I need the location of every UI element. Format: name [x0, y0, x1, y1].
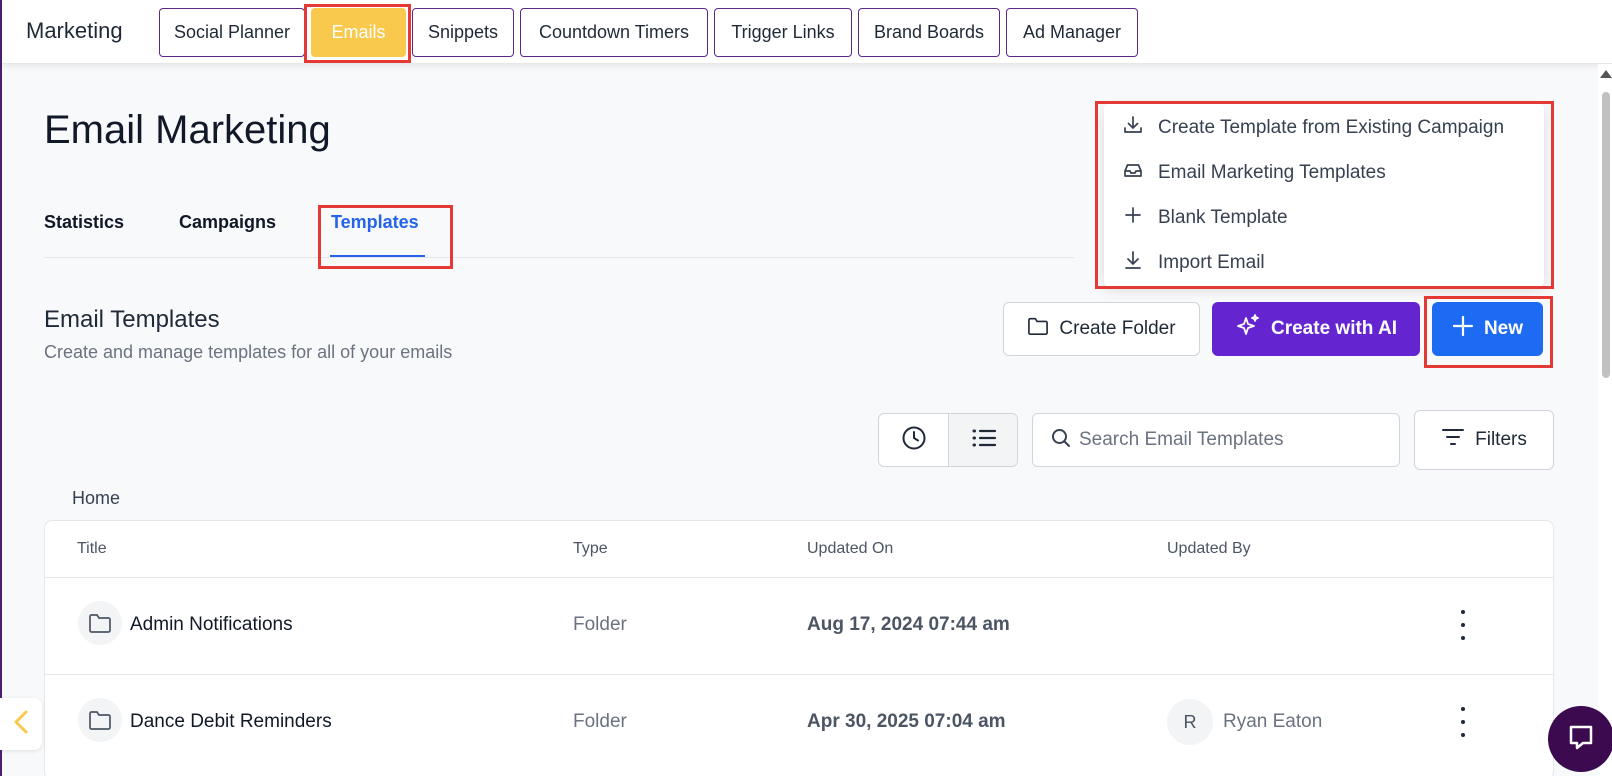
- create-folder-button[interactable]: Create Folder: [1003, 302, 1200, 356]
- plus-icon: [1122, 204, 1144, 232]
- new-label: New: [1483, 318, 1524, 339]
- nav-tab-emails[interactable]: Emails: [311, 8, 406, 57]
- menu-item-from-existing-campaign[interactable]: Create Template from Existing Campaign: [1122, 108, 1504, 148]
- templates-table: Title Type Updated On Updated By Admin N…: [44, 520, 1554, 776]
- table-row[interactable]: Admin Notifications Folder Aug 17, 2024 …: [45, 578, 1553, 675]
- row-updated-by: Ryan Eaton: [1223, 711, 1323, 732]
- left-edge: [0, 0, 2, 776]
- search-box: [1032, 413, 1400, 467]
- column-header-title: Title: [77, 540, 107, 557]
- row-updated-on: Aug 17, 2024 07:44 am: [807, 614, 1010, 635]
- avatar: R: [1167, 699, 1213, 745]
- chat-bubble-icon: [1566, 722, 1596, 757]
- column-header-updated-by: Updated By: [1167, 540, 1251, 557]
- column-header-updated-on: Updated On: [807, 540, 894, 557]
- nav-tab-countdown-timers[interactable]: Countdown Timers: [520, 8, 708, 57]
- row-type: Folder: [573, 711, 627, 732]
- menu-item-label: Email Marketing Templates: [1158, 162, 1386, 183]
- chat-widget-button[interactable]: [1548, 706, 1612, 772]
- section-title: Email Templates: [44, 306, 220, 333]
- nav-tab-snippets[interactable]: Snippets: [412, 8, 514, 57]
- create-with-ai-button[interactable]: Create with AI: [1212, 302, 1420, 356]
- clock-icon: [901, 425, 927, 456]
- column-header-type: Type: [573, 540, 608, 557]
- create-with-ai-label: Create with AI: [1271, 318, 1397, 339]
- list-icon: [971, 427, 997, 454]
- table-row[interactable]: Dance Debit Reminders Folder Apr 30, 202…: [45, 675, 1553, 772]
- scrollbar-thumb[interactable]: [1602, 92, 1610, 378]
- folder-icon: [1027, 316, 1049, 342]
- tab-statistics[interactable]: Statistics: [44, 212, 124, 233]
- tabs-divider: [44, 257, 1074, 258]
- tab-campaigns[interactable]: Campaigns: [179, 212, 276, 233]
- app-brand: Marketing: [26, 18, 123, 43]
- chevron-left-icon: [13, 709, 29, 740]
- menu-item-label: Blank Template: [1158, 207, 1288, 228]
- top-nav-bar: Marketing Social Planner Emails Snippets…: [2, 0, 1612, 64]
- tab-templates[interactable]: Templates: [331, 212, 419, 233]
- section-subtitle: Create and manage templates for all of y…: [44, 342, 453, 362]
- page-title: Email Marketing: [44, 108, 331, 152]
- active-tab-indicator: [330, 255, 425, 257]
- search-input[interactable]: [1079, 429, 1379, 451]
- filter-icon: [1441, 427, 1465, 453]
- menu-item-label: Import Email: [1158, 252, 1265, 273]
- row-title[interactable]: Dance Debit Reminders: [130, 711, 332, 733]
- download-tray-icon: [1122, 114, 1144, 142]
- filters-button[interactable]: Filters: [1414, 410, 1554, 470]
- row-updated-on: Apr 30, 2025 07:04 am: [807, 711, 1006, 732]
- folder-icon: [78, 601, 122, 645]
- scroll-up-arrow-icon[interactable]: [1600, 70, 1612, 78]
- nav-tab-ad-manager[interactable]: Ad Manager: [1006, 8, 1138, 57]
- row-more-options-icon[interactable]: [1455, 707, 1471, 737]
- nav-tab-brand-boards[interactable]: Brand Boards: [858, 8, 1000, 57]
- menu-item-import-email[interactable]: Import Email: [1122, 243, 1265, 283]
- list-view-button[interactable]: [948, 414, 1017, 466]
- folder-icon: [78, 698, 122, 742]
- row-title[interactable]: Admin Notifications: [130, 614, 293, 636]
- search-icon: [1051, 428, 1071, 453]
- recent-view-button[interactable]: [879, 414, 949, 466]
- new-dropdown-menu: Create Template from Existing Campaign E…: [1104, 104, 1544, 286]
- breadcrumb[interactable]: Home: [72, 488, 120, 509]
- menu-item-email-marketing-templates[interactable]: Email Marketing Templates: [1122, 153, 1386, 193]
- sparkle-icon: [1235, 313, 1261, 345]
- menu-item-blank-template[interactable]: Blank Template: [1122, 198, 1288, 238]
- view-toggle: [878, 413, 1018, 467]
- nav-tab-trigger-links[interactable]: Trigger Links: [714, 8, 852, 57]
- nav-tab-social-planner[interactable]: Social Planner: [159, 8, 305, 57]
- plus-icon: [1452, 315, 1474, 343]
- row-more-options-icon[interactable]: [1455, 610, 1471, 640]
- row-type: Folder: [573, 614, 627, 635]
- filters-label: Filters: [1475, 429, 1527, 450]
- create-folder-label: Create Folder: [1059, 318, 1176, 339]
- new-button[interactable]: New: [1432, 302, 1543, 356]
- collapse-sidebar-button[interactable]: [0, 698, 42, 750]
- inbox-icon: [1122, 159, 1144, 187]
- import-icon: [1122, 249, 1144, 277]
- menu-item-label: Create Template from Existing Campaign: [1158, 117, 1505, 138]
